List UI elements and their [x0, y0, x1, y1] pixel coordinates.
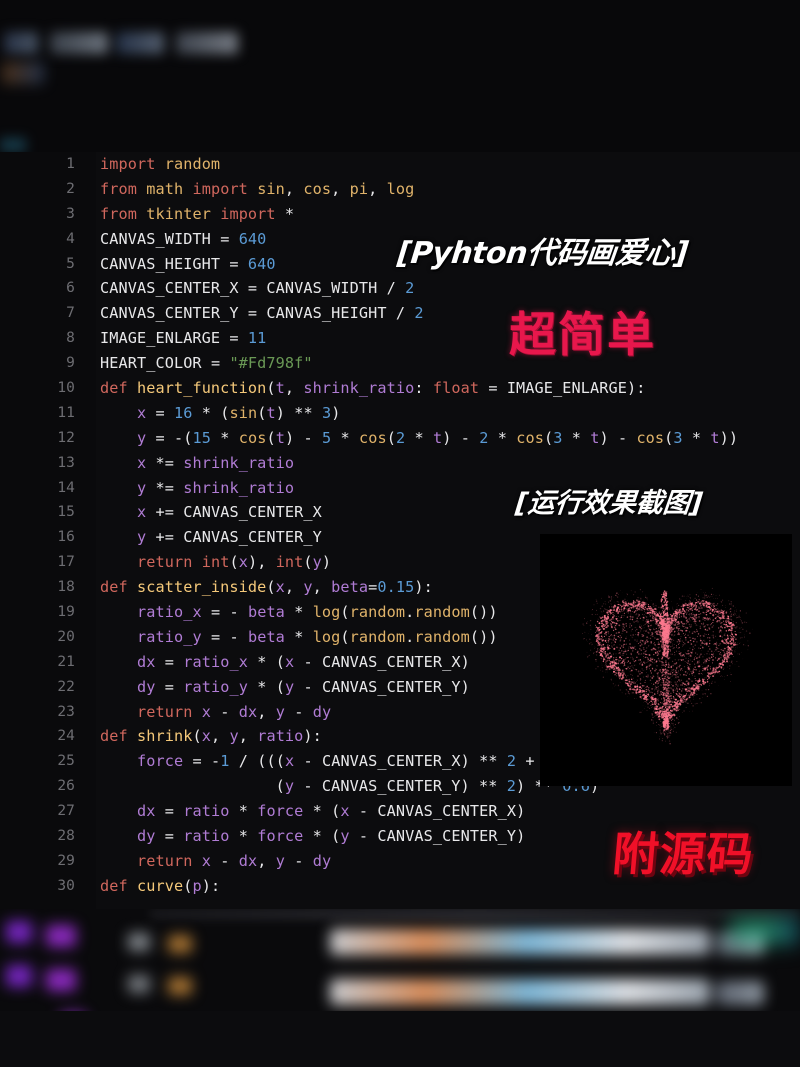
line-number: 27: [57, 803, 75, 820]
panel-accent: [730, 917, 800, 945]
panel-chip: [46, 969, 76, 991]
overlay-screenshot-tag: [运行效果截图]: [514, 488, 705, 519]
code-line[interactable]: CANVAS_CENTER_X = CANVAS_WIDTH / 2: [96, 276, 800, 301]
line-number: 3: [66, 205, 75, 222]
line-number: 12: [57, 429, 75, 446]
line-number: 10: [57, 380, 75, 397]
tab-item: [176, 32, 238, 54]
line-number: 16: [57, 529, 75, 546]
blurred-tab-bar: [0, 0, 800, 152]
panel-chip: [6, 921, 32, 943]
panel-row: [716, 981, 764, 1005]
overlay-source-tag: 附源码: [610, 827, 757, 881]
line-number: 9: [66, 355, 75, 372]
line-number: 24: [57, 728, 75, 745]
panel-row: [330, 929, 710, 955]
code-line[interactable]: HEART_COLOR = "#Fd798f": [96, 351, 800, 376]
line-number: 17: [57, 554, 75, 571]
line-number-gutter: 1 2 3 4 5 6 7 8 9 10 11 12 13 14 15 16 17 18 19 20 21 22 23 24 2…: [0, 152, 97, 909]
panel-chip: [168, 935, 192, 953]
panel-filler: [0, 1011, 800, 1067]
line-number: 29: [57, 852, 75, 869]
code-line[interactable]: from tkinter import *: [96, 202, 800, 227]
line-number: 15: [57, 504, 75, 521]
line-number: 5: [66, 255, 75, 272]
line-number: 30: [57, 877, 75, 894]
code-line[interactable]: IMAGE_ENLARGE = 11: [96, 326, 800, 351]
screenshot-stage: 1 2 3 4 5 6 7 8 9 10 11 12 13 14 15 16 17 18 19 20 21 22 23 24 2…: [0, 0, 800, 1067]
line-number: 18: [57, 579, 75, 596]
panel-chip: [168, 977, 192, 995]
line-number: 28: [57, 828, 75, 845]
line-number: 11: [57, 404, 75, 421]
line-number: 14: [57, 479, 75, 496]
editor-tabs-blurred: [0, 28, 320, 62]
code-line[interactable]: def heart_function(t, shrink_ratio: floa…: [96, 376, 800, 401]
code-line[interactable]: import random: [96, 152, 800, 177]
panel-row: [330, 979, 710, 1005]
breadcrumb-blurred: [2, 62, 44, 84]
panel-chip: [128, 933, 150, 951]
line-number: 26: [57, 778, 75, 795]
line-number: 19: [57, 604, 75, 621]
line-number: 4: [66, 230, 75, 247]
heart-particles-svg: [540, 534, 792, 786]
line-number: 20: [57, 628, 75, 645]
code-line[interactable]: from math import sin, cos, pi, log: [96, 177, 800, 202]
line-number: 7: [66, 305, 75, 322]
overlay-title-tag: [Pyhton代码画爱心]: [395, 236, 690, 271]
panel-chip: [46, 925, 76, 947]
line-number: 8: [66, 330, 75, 347]
line-number: 6: [66, 280, 75, 297]
line-number: 22: [57, 678, 75, 695]
heart-preview-image: [540, 534, 792, 786]
code-line[interactable]: CANVAS_CENTER_Y = CANVAS_HEIGHT / 2: [96, 301, 800, 326]
panel-chip: [128, 975, 150, 993]
line-number: 21: [57, 653, 75, 670]
line-number: 13: [57, 454, 75, 471]
overlay-subtitle: 超简单: [509, 308, 656, 363]
sidebar-icon-blurred: [0, 138, 26, 152]
code-line[interactable]: x *= shrink_ratio: [96, 451, 800, 476]
panel-chip: [6, 965, 32, 987]
blurred-bottom-panel: [0, 909, 800, 1067]
line-number: 25: [57, 753, 75, 770]
line-number: 1: [66, 156, 75, 172]
code-line[interactable]: y = -(15 * cos(t) - 5 * cos(2 * t) - 2 *…: [96, 426, 800, 451]
tab-item: [116, 32, 164, 54]
tab-item: [4, 32, 38, 54]
code-line[interactable]: x = 16 * (sin(t) ** 3): [96, 401, 800, 426]
line-number: 2: [66, 180, 75, 197]
panel-content-blurred: [0, 917, 800, 1035]
tab-item: [50, 32, 108, 54]
line-number: 23: [57, 703, 75, 720]
